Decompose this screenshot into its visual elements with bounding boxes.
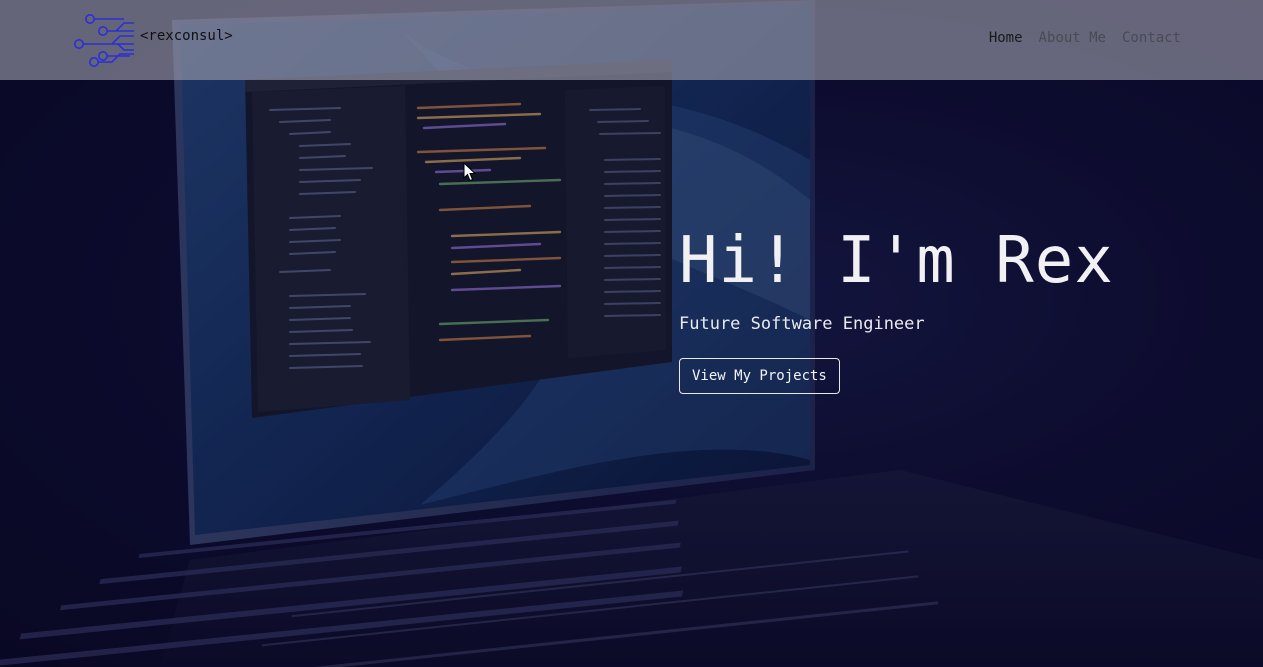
nav-link-about-me[interactable]: About Me — [1039, 30, 1106, 46]
brand[interactable]: <rexconsul> — [72, 12, 233, 70]
hero-content: Hi! I'm Rex Future Software Engineer Vie… — [679, 222, 1199, 394]
hero-subtitle: Future Software Engineer — [679, 314, 925, 334]
view-projects-button[interactable]: View My Projects — [679, 358, 840, 394]
hero-section: <rexconsul> Home About Me Contact Hi! I'… — [0, 0, 1263, 667]
circuit-icon — [74, 14, 134, 67]
mouse-cursor-icon — [463, 162, 477, 182]
hero-title: Hi! I'm Rex — [679, 224, 1114, 298]
brand-name: <rexconsul> — [140, 28, 233, 44]
nav-link-home[interactable]: Home — [989, 30, 1023, 46]
nav-links: Home About Me Contact — [989, 30, 1181, 46]
navbar: <rexconsul> Home About Me Contact — [0, 0, 1263, 80]
nav-link-contact[interactable]: Contact — [1122, 30, 1181, 46]
